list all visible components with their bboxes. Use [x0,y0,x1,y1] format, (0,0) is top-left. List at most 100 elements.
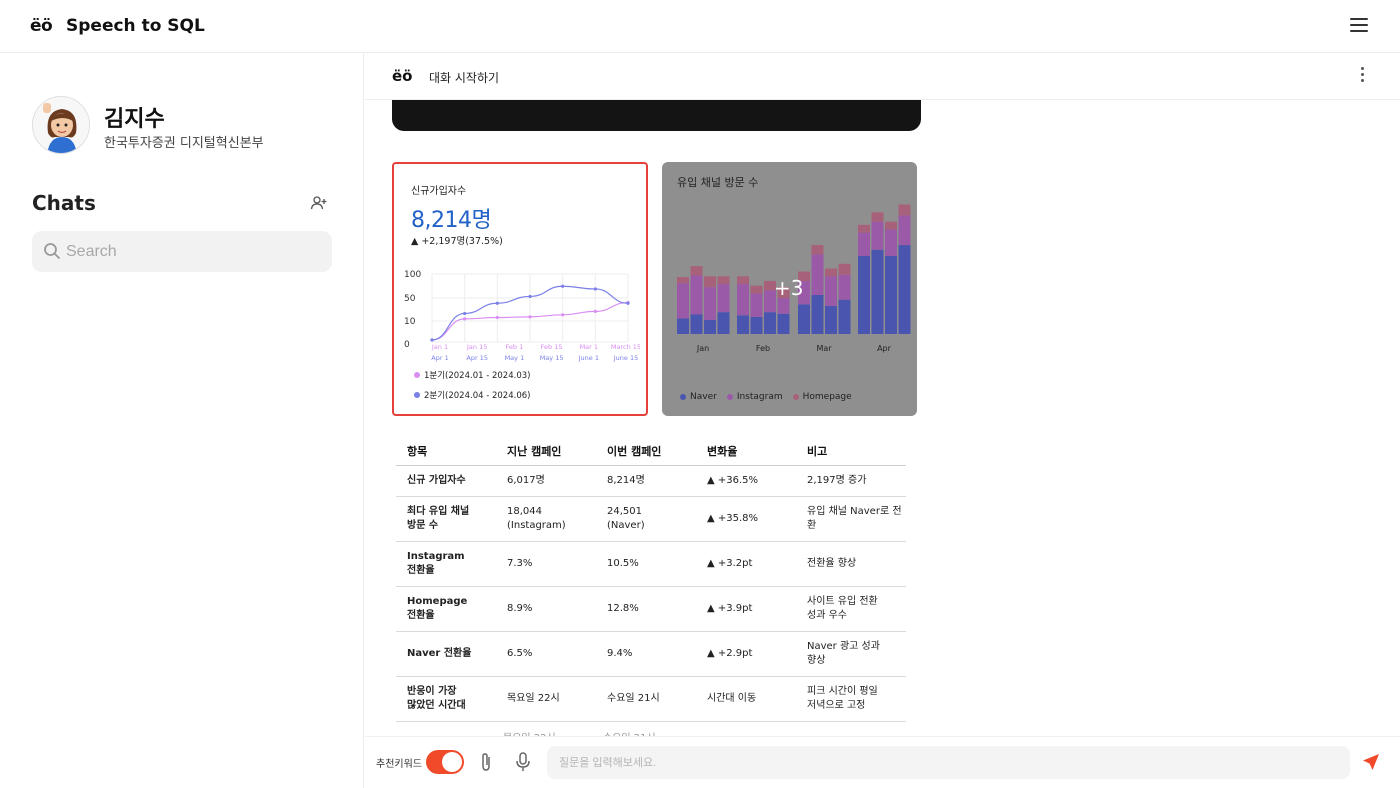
conversation-logo: ëö [392,67,413,85]
bar-segment-instagram [737,284,749,316]
user-organization: 한국투자증권 디지털혁신본부 [104,136,264,151]
channel-visits-card[interactable]: Jan Feb Mar Apr 유입 채널 방문 수 +3 Naver Instagr… [662,162,917,416]
bar-segment-instagram [811,254,824,295]
line-point [561,284,565,288]
keyword-toggle[interactable] [426,750,464,774]
bar-segment-naver [811,295,824,334]
table-cell: ▲ +3.9pt [696,586,796,632]
line-point [593,309,597,313]
hamburger-menu-icon[interactable] [1350,18,1368,33]
line-point [463,317,467,321]
search-input[interactable] [66,239,321,265]
bar-segment-instagram [871,221,884,250]
more-vertical-icon[interactable] [1359,67,1365,85]
legend-label-naver: Naver [690,392,717,402]
table-cell: 6,017명 [496,465,596,497]
table-header-cell: 이번 캠페인 [596,437,696,466]
legend-item-naver: Naver [680,392,717,402]
line-point [430,338,434,342]
bar-segment-homepage [704,276,716,288]
message-input[interactable] [547,746,1350,779]
line-point [495,315,499,320]
bar-segment-instagram [838,274,851,300]
bar-segment-homepage [690,266,703,276]
table-cell: Instagram 전환율 [396,541,496,587]
table-header-cell: 변화율 [696,437,796,466]
table-cell: 최다 유입 채널 방문 수 [396,496,496,542]
table-cell: 수요일 21시 [596,676,696,722]
bar-segment-naver [798,304,810,334]
toggle-knob [442,752,462,772]
x-tick-label-q1: March 15 [611,343,640,351]
brand-logo: ëö [30,16,53,36]
x-tick-label-q2: Apr 15 [466,354,488,362]
table-cell: 24,501 (Naver) [596,496,696,542]
table-cell: 12.8% [596,586,696,632]
table-header-cell: 항목 [396,437,496,466]
table-header-cell: 비고 [796,437,906,466]
bar-segment-homepage [898,204,911,216]
bar-segment-homepage [858,224,870,233]
bar-segment-homepage [885,221,897,230]
bar-segment-instagram [717,284,730,313]
bar-segment-homepage [825,268,837,277]
x-tick-label-q1: Mar 1 [580,343,598,351]
bar-segment-instagram [885,229,897,256]
more-charts-badge[interactable]: +3 [774,276,803,300]
table-cell: 18,044 (Instagram) [496,496,596,542]
bar-segment-naver [764,312,776,334]
x-tick-label-q1: Jan 15 [466,343,487,351]
table-row: Naver 전환율 6.5% 9.4% ▲ +2.9pt Naver 광고 성과 향상 [396,631,906,677]
legend-item-instagram: Instagram [726,392,783,402]
x-tick-label-q2: Apr 1 [431,354,448,362]
table-cell: 8,214명 [596,465,696,497]
table-cell: ▲ +35.8% [696,496,796,542]
bar-segment-naver [677,318,689,334]
bar-segment-instagram [858,232,870,256]
bar-segment-naver [858,256,870,334]
bar-segment-homepage [717,276,730,285]
bar-segment-naver [825,305,837,334]
bar-segment-naver [838,299,851,334]
paperclip-icon[interactable] [478,752,494,772]
table-row: Instagram 전환율 7.3% 10.5% ▲ +3.2pt 전환율 향상 [396,541,906,587]
sidebar: 김지수 한국투자증권 디지털혁신본부 Chats [0,53,364,788]
conversation-title: 대화 시작하기 [429,71,500,85]
legend-item-q2: 2분기(2024.04 - 2024.06) [414,389,530,401]
table-row: Homepage 전환율 8.9% 12.8% ▲ +3.9pt 사이트 유입 전환 성… [396,586,906,632]
comparison-table: 항목 지난 캠페인 이번 캠페인 변화율 비고 신규 가입자수 6,017명 8,214명 ▲… [396,437,906,722]
legend-label-q2: 2분기(2024.04 - 2024.06) [424,391,531,401]
send-icon[interactable] [1362,753,1380,771]
signup-card[interactable]: 신규가입자수 8,214명 ▲ +2,197명(37.5%) 100 50 10 0 J… [392,162,648,416]
table-cell: 9.4% [596,631,696,677]
legend-label-q1: 1분기(2024.01 - 2024.03) [424,371,531,381]
bar-segment-instagram [690,275,703,315]
microphone-icon[interactable] [515,752,531,772]
search-box [32,231,332,272]
y-tick-label: 100 [404,270,421,280]
table-cell: Naver 광고 성과 향상 [796,631,906,677]
table-cell: Naver 전환율 [396,631,496,677]
table-cell: 10.5% [596,541,696,587]
table-cell: ▲ +2.9pt [696,631,796,677]
table-row: 신규 가입자수 6,017명 8,214명 ▲ +36.5% 2,197명 증가 [396,465,906,497]
previous-message-block [392,100,921,131]
table-cell: ▲ +3.2pt [696,541,796,587]
bar-segment-naver [885,256,897,334]
chats-heading: Chats [32,191,96,215]
table-cell: 7.3% [496,541,596,587]
bar-segment-homepage [838,263,851,275]
signup-chart-legend: 1분기(2024.01 - 2024.03) 2분기(2024.04 - 202… [414,369,530,409]
bar-segment-instagram [825,276,837,306]
bar-segment-naver [898,245,911,334]
legend-item-q1: 1분기(2024.01 - 2024.03) [414,369,530,381]
x-tick-label-q1: Jan 1 [431,343,448,351]
add-user-icon[interactable] [310,195,328,211]
table-cell: 시간대 이동 [696,676,796,722]
table-cell: 2,197명 증가 [796,465,906,497]
x-category-label: Feb [756,344,770,353]
line-point [528,294,532,299]
table-row: 반응이 가장 많았던 시간대 목요일 22시 수요일 21시 시간대 이동 피크 시간이… [396,676,906,722]
bar-segment-naver [871,249,884,334]
line-point [593,287,597,291]
